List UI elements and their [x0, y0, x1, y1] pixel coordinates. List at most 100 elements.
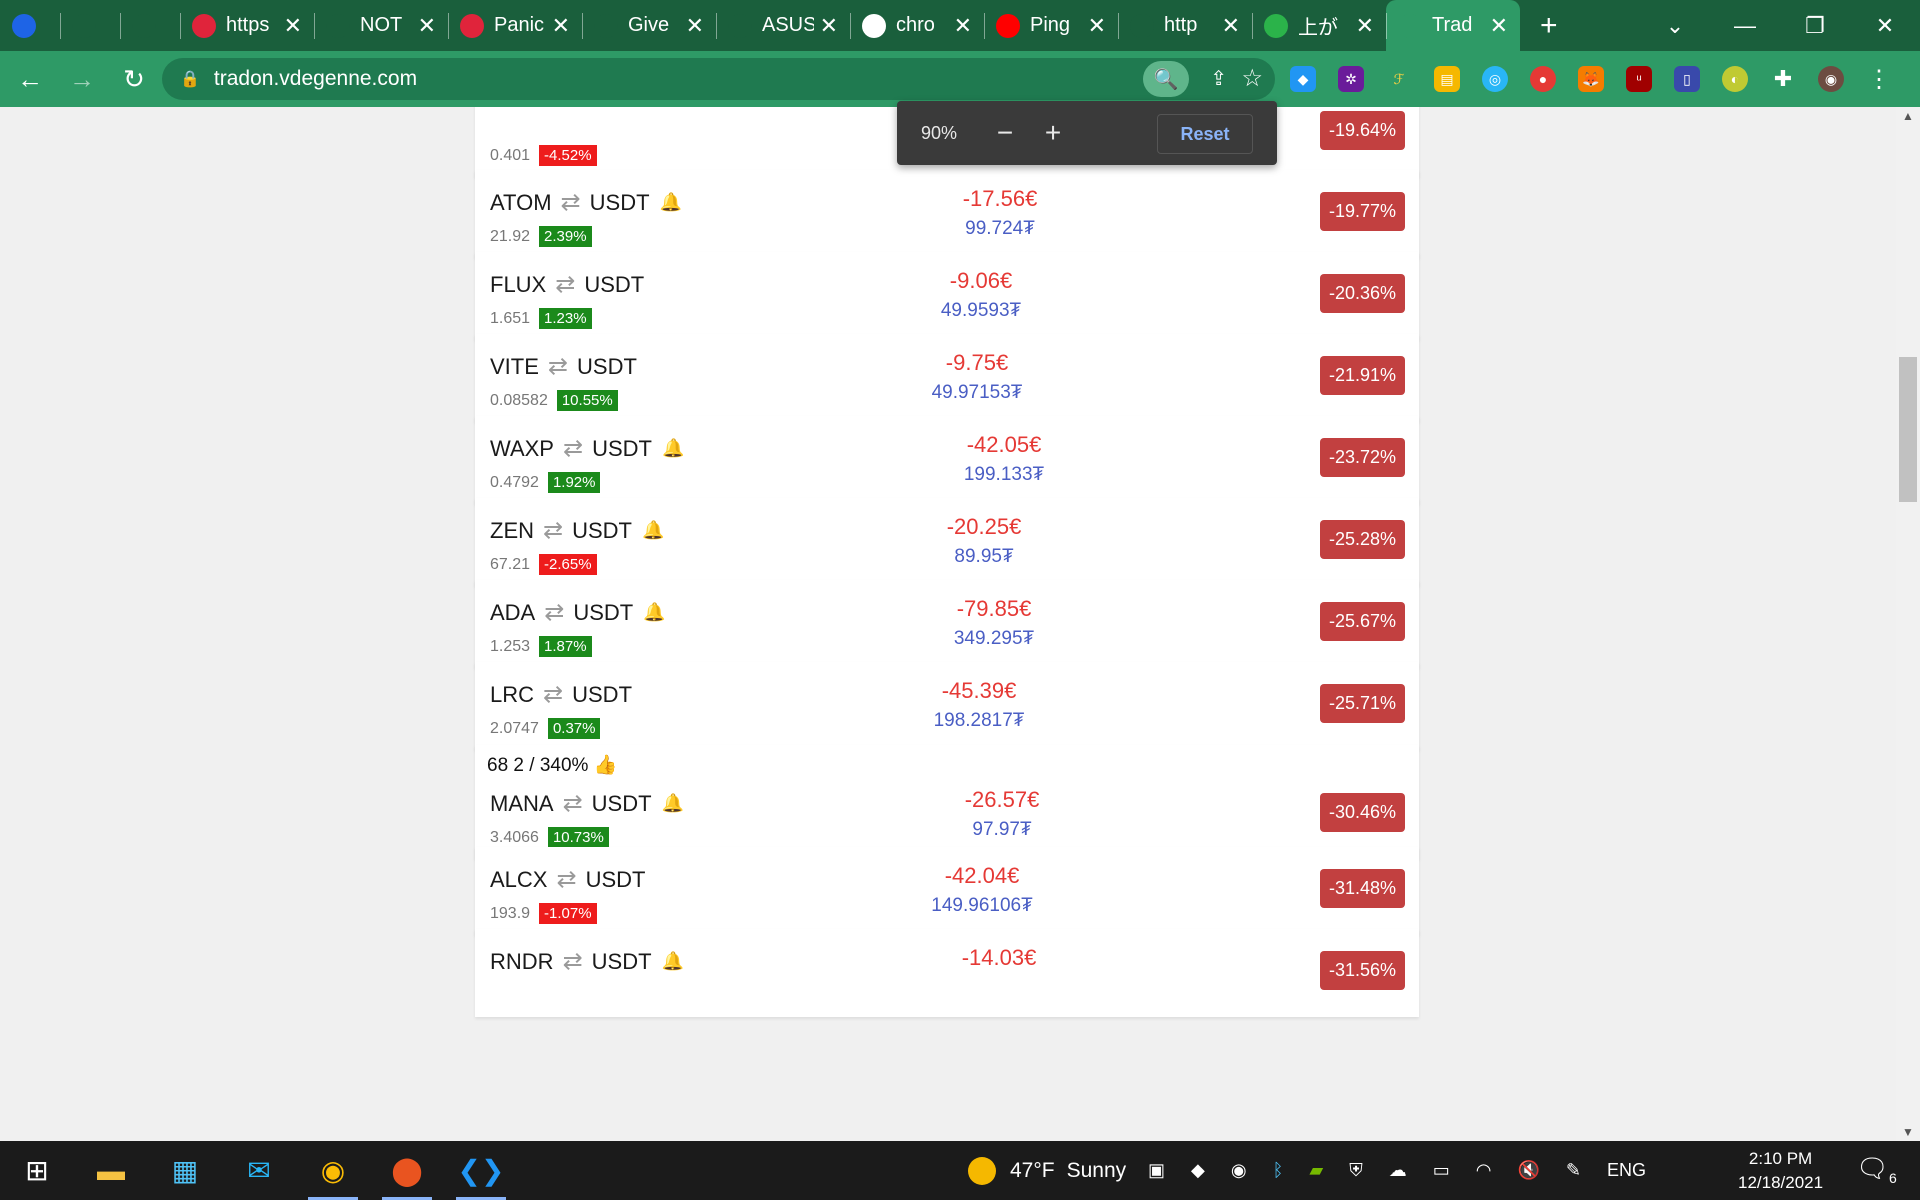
trade-card[interactable]: 68 2 / 340% 👍 MANA ⇄ USDT 🔔 3.4066 10.73% -26.5…: [475, 745, 1419, 859]
swap-arrows-icon[interactable]: ⇄: [563, 789, 583, 818]
close-tab-icon[interactable]: ✕: [1088, 13, 1106, 39]
extension-chameleon-icon[interactable]: ◐: [1722, 66, 1748, 92]
zoom-icon[interactable]: 🔍: [1143, 61, 1189, 97]
extension-search-icon[interactable]: ◎: [1482, 66, 1508, 92]
meet-icon[interactable]: ▣: [1148, 1160, 1165, 1181]
trade-card[interactable]: RNDR ⇄ USDT 🔔 -14.03€ -31.56%: [475, 929, 1419, 1017]
browser-tab[interactable]: Give ✕: [582, 0, 716, 51]
close-tab-icon[interactable]: ✕: [820, 13, 838, 39]
scrollbar-thumb[interactable]: [1899, 357, 1917, 502]
swap-arrows-icon[interactable]: ⇄: [563, 434, 583, 463]
scroll-up-icon[interactable]: ▲: [1902, 109, 1914, 123]
profile-avatar[interactable]: ◉: [1818, 66, 1844, 92]
lock-icon[interactable]: 🔒: [180, 69, 200, 89]
close-tab-icon[interactable]: ✕: [284, 13, 302, 39]
dropbox-icon[interactable]: ◆: [1191, 1160, 1205, 1181]
ublock-icon[interactable]: ᵘ: [1626, 66, 1652, 92]
extension-doc-icon[interactable]: ▯: [1674, 66, 1700, 92]
browser-tab[interactable]: NOT ✕: [314, 0, 448, 51]
minimize-icon[interactable]: —: [1710, 13, 1780, 39]
notification-center-icon[interactable]: 🗨6: [1856, 1153, 1897, 1186]
security-icon[interactable]: ⛨: [1349, 1160, 1363, 1181]
extensions-puzzle-icon[interactable]: ✚: [1770, 66, 1796, 92]
onedrive-icon[interactable]: ☁: [1389, 1160, 1407, 1181]
alert-bell-icon[interactable]: 🔔: [660, 192, 682, 213]
browser-tab[interactable]: chro ✕: [850, 0, 984, 51]
scrollbar[interactable]: ▲ ▼: [1896, 107, 1920, 1141]
pen-icon[interactable]: ✎: [1566, 1160, 1581, 1181]
bluetooth-icon[interactable]: ᛒ: [1273, 1160, 1284, 1181]
vscode-icon[interactable]: ❮❯: [444, 1141, 518, 1200]
trade-card[interactable]: ATOM ⇄ USDT 🔔 21.92 2.39% -17.56€ 99.724₮ -19.77…: [475, 170, 1419, 258]
extension-notes-icon[interactable]: ▤: [1434, 66, 1460, 92]
close-tab-icon[interactable]: ✕: [418, 13, 436, 39]
chrome-taskbar-icon[interactable]: ◉: [296, 1141, 370, 1200]
browser-tab[interactable]: Panic ✕: [448, 0, 582, 51]
close-tab-icon[interactable]: ✕: [552, 13, 570, 39]
extension-diamond-icon[interactable]: ◆: [1290, 66, 1316, 92]
weather-widget[interactable]: 47°F Sunny: [968, 1141, 1126, 1200]
menu-kebab-icon[interactable]: ⋮: [1866, 66, 1892, 93]
browser-tab[interactable]: [60, 0, 120, 51]
tab-search-icon[interactable]: ⌄: [1640, 13, 1710, 39]
alert-bell-icon[interactable]: 🔔: [662, 438, 684, 459]
browser-tab[interactable]: Trad ✕: [1386, 0, 1520, 51]
zoom-in-button[interactable]: +: [1029, 117, 1077, 149]
close-tab-icon[interactable]: ✕: [1222, 13, 1240, 39]
url-text[interactable]: tradon.vdegenne.com: [214, 67, 417, 91]
battery-icon[interactable]: ▭: [1433, 1160, 1450, 1181]
browser-tab[interactable]: [0, 0, 60, 51]
close-tab-icon[interactable]: ✕: [686, 13, 704, 39]
browser-tab[interactable]: 上が ✕: [1252, 0, 1386, 51]
bookmark-star-icon[interactable]: ☆: [1241, 64, 1263, 93]
trade-card[interactable]: ZEN ⇄ USDT 🔔 67.21 -2.65% -20.25€ 89.95₮ -25.28%: [475, 498, 1419, 586]
close-tab-icon[interactable]: ✕: [954, 13, 972, 39]
close-tab-icon[interactable]: ✕: [1356, 13, 1374, 39]
alert-bell-icon[interactable]: 🔔: [662, 793, 684, 814]
ubuntu-icon[interactable]: ⬤: [370, 1141, 444, 1200]
trade-card[interactable]: ADA ⇄ USDT 🔔 1.253 1.87% -79.85€ 349.295₮ -25.67…: [475, 580, 1419, 668]
browser-tab[interactable]: Ping ✕: [984, 0, 1118, 51]
trade-card[interactable]: WAXP ⇄ USDT 🔔 0.4792 1.92% -42.05€ 199.133₮ -23.…: [475, 416, 1419, 504]
mail-icon[interactable]: ✉: [222, 1141, 296, 1200]
browser-tab[interactable]: http ✕: [1118, 0, 1252, 51]
store-icon[interactable]: ▦: [148, 1141, 222, 1200]
volume-muted-icon[interactable]: 🔇: [1517, 1160, 1539, 1181]
alert-bell-icon[interactable]: 🔔: [643, 602, 665, 623]
share-icon[interactable]: ⇪: [1210, 66, 1227, 91]
trade-card[interactable]: VITE ⇄ USDT 0.08582 10.55% -9.75€ 49.97153₮ -21…: [475, 334, 1419, 422]
swap-arrows-icon[interactable]: ⇄: [544, 598, 564, 627]
close-window-icon[interactable]: ✕: [1850, 13, 1920, 39]
nvidia-icon[interactable]: ▰: [1309, 1160, 1323, 1181]
zoom-reset-button[interactable]: Reset: [1157, 114, 1253, 154]
metamask-icon[interactable]: 🦊: [1578, 66, 1604, 92]
swap-arrows-icon[interactable]: ⇄: [561, 188, 581, 217]
address-bar[interactable]: 🔒 tradon.vdegenne.com 🔍 ⇪ ☆: [162, 58, 1275, 100]
trade-card[interactable]: FLUX ⇄ USDT 1.651 1.23% -9.06€ 49.9593₮ -20.36%: [475, 252, 1419, 340]
forward-icon[interactable]: →: [60, 64, 104, 95]
reload-icon[interactable]: ↻: [112, 64, 156, 95]
extension-record-icon[interactable]: ●: [1530, 66, 1556, 92]
swap-arrows-icon[interactable]: ⇄: [548, 352, 568, 381]
alert-bell-icon[interactable]: 🔔: [662, 951, 684, 972]
browser-tab[interactable]: [120, 0, 180, 51]
swap-arrows-icon[interactable]: ⇄: [543, 516, 563, 545]
swap-arrows-icon[interactable]: ⇄: [563, 947, 583, 976]
trade-card[interactable]: ALCX ⇄ USDT 193.9 -1.07% -42.04€ 149.96106₮ -31…: [475, 847, 1419, 935]
swap-arrows-icon[interactable]: ⇄: [556, 865, 576, 894]
extension-purple-icon[interactable]: ✲: [1338, 66, 1364, 92]
clock[interactable]: 2:10 PM 12/18/2021: [1738, 1147, 1823, 1195]
swap-arrows-icon[interactable]: ⇄: [543, 680, 563, 709]
language-indicator[interactable]: ENG: [1607, 1160, 1646, 1181]
back-icon[interactable]: ←: [8, 64, 52, 95]
close-tab-icon[interactable]: ✕: [1490, 13, 1508, 39]
trade-card[interactable]: LRC ⇄ USDT 2.0747 0.37% -45.39€ 198.2817₮ -25.7…: [475, 662, 1419, 750]
browser-tab[interactable]: https ✕: [180, 0, 314, 51]
new-tab-button[interactable]: +: [1540, 0, 1558, 51]
wifi-icon[interactable]: ◠: [1476, 1160, 1492, 1181]
zoom-out-button[interactable]: −: [981, 117, 1029, 149]
scroll-down-icon[interactable]: ▼: [1902, 1125, 1914, 1139]
extension-letter-icon[interactable]: ℱ: [1386, 66, 1412, 92]
browser-tab[interactable]: ASUS ✕: [716, 0, 850, 51]
file-explorer-icon[interactable]: ▬: [74, 1141, 148, 1200]
